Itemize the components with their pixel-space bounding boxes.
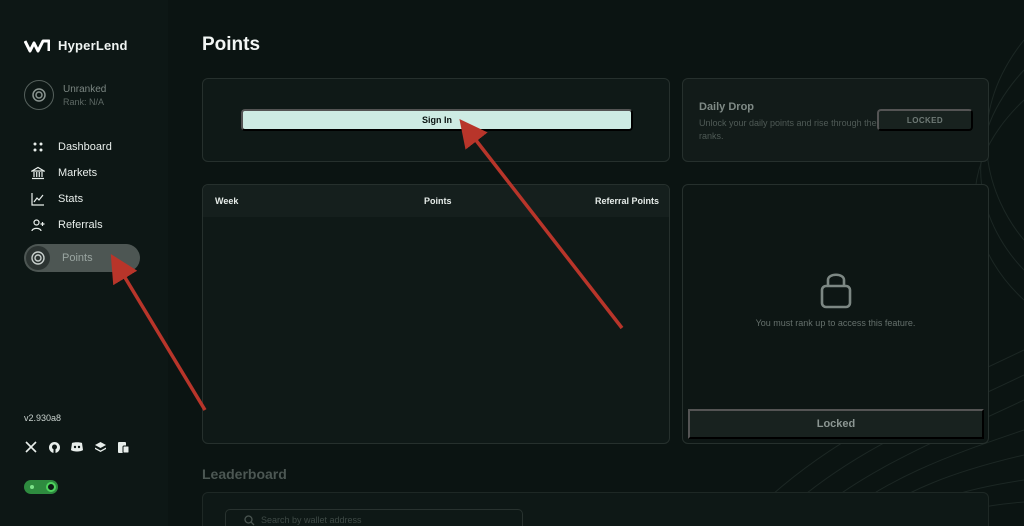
search-icon xyxy=(244,514,255,525)
app-name: HyperLend xyxy=(58,38,128,53)
leaderboard-card xyxy=(202,492,989,526)
lock-message: You must rank up to access this feature. xyxy=(755,318,916,328)
leaderboard-title: Leaderboard xyxy=(202,466,287,482)
lock-icon xyxy=(820,273,852,309)
toggle-knob xyxy=(46,482,56,492)
sidebar-item-label: Markets xyxy=(58,167,98,179)
discord-icon[interactable] xyxy=(70,440,84,454)
sidebar: HyperLend Unranked Rank: N/A Dashboard M… xyxy=(0,0,168,526)
page-title: Points xyxy=(202,34,261,55)
toggle-indicator xyxy=(30,485,34,489)
sidebar-item-stats[interactable]: Stats xyxy=(24,186,144,212)
rank-badge-icon xyxy=(24,80,54,110)
column-header-referral-points[interactable]: Referral Points xyxy=(595,196,659,206)
leaderboard-search xyxy=(225,509,523,526)
bank-icon xyxy=(30,165,46,181)
daily-drop-card: Daily Drop Unlock your daily points and … xyxy=(682,78,989,162)
signin-card: Sign In xyxy=(202,78,670,162)
daily-drop-locked-button[interactable]: LOCKED xyxy=(877,109,973,131)
social-links xyxy=(24,440,130,454)
user-plus-icon xyxy=(30,217,46,233)
sidebar-item-markets[interactable]: Markets xyxy=(24,160,144,186)
rank-subtitle: Rank: N/A xyxy=(63,96,105,107)
search-input[interactable] xyxy=(261,515,501,525)
column-header-points[interactable]: Points xyxy=(424,196,452,206)
sidebar-nav: Dashboard Markets Stats Referrals Points xyxy=(24,134,144,272)
x-icon[interactable] xyxy=(24,440,38,454)
daily-drop-title: Daily Drop xyxy=(699,101,755,113)
daily-drop-description: Unlock your daily points and rise throug… xyxy=(699,118,877,141)
sidebar-item-dashboard[interactable]: Dashboard xyxy=(24,134,144,160)
column-header-week[interactable]: Week xyxy=(215,196,238,206)
rank-title: Unranked xyxy=(63,83,107,95)
docs-icon[interactable] xyxy=(116,440,130,454)
layers-icon[interactable] xyxy=(93,440,107,454)
app-logo[interactable]: HyperLend xyxy=(24,38,128,53)
chart-icon xyxy=(30,191,46,207)
theme-toggle[interactable] xyxy=(24,480,58,494)
points-table: Week Points Referral Points xyxy=(202,184,670,444)
github-icon[interactable] xyxy=(47,440,61,454)
sidebar-item-label: Referrals xyxy=(58,219,103,231)
app-version: v2.930a8 xyxy=(24,413,62,423)
sidebar-item-label: Dashboard xyxy=(58,141,112,153)
locked-feature-card: You must rank up to access this feature.… xyxy=(682,184,989,444)
table-header: Week Points Referral Points xyxy=(203,185,669,217)
grid-dots-icon xyxy=(30,139,46,155)
rank-status: Unranked Rank: N/A xyxy=(24,80,106,110)
sign-in-button[interactable]: Sign In xyxy=(241,109,633,131)
sidebar-item-referrals[interactable]: Referrals xyxy=(24,212,144,238)
sidebar-item-label: Stats xyxy=(58,193,84,205)
sidebar-item-label: Points xyxy=(62,252,93,264)
locked-button[interactable]: Locked xyxy=(688,409,984,439)
target-icon xyxy=(26,246,50,270)
hyperlend-logo-icon xyxy=(24,39,50,52)
sidebar-item-points[interactable]: Points xyxy=(24,244,140,272)
